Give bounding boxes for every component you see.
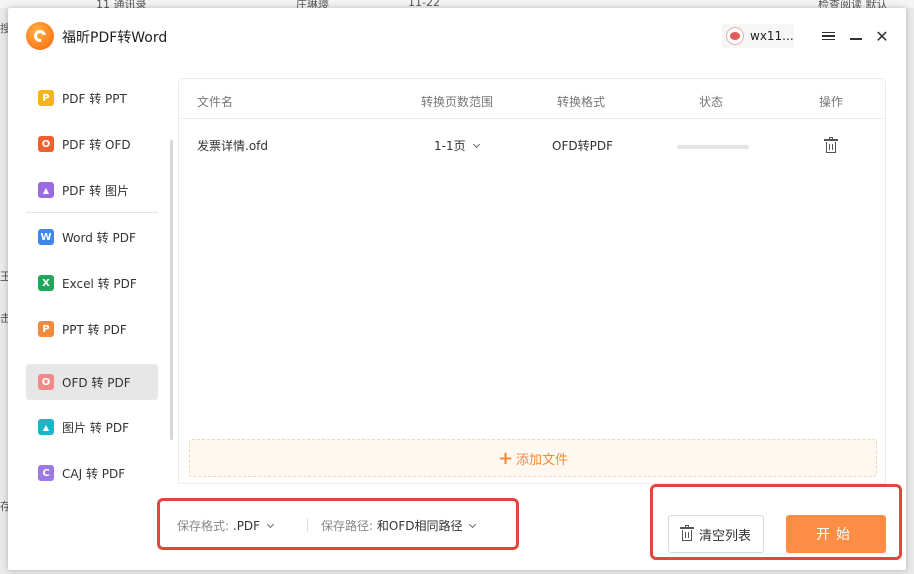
clear-list-button[interactable]: 清空列表 bbox=[668, 515, 764, 553]
title-bar: 福昕PDF转Word wx11... ✕ bbox=[8, 8, 906, 66]
sidebar-item-label: OFD 转 PDF bbox=[62, 375, 131, 390]
sidebar-item-pdf-to-ofd[interactable]: O PDF 转 OFD bbox=[26, 126, 158, 162]
screen: 11 通讯录 庄琳璎 11-22 检查阅读 默认 搜 王 击 存 福昕PDF转W… bbox=[0, 0, 914, 574]
image-icon: ▲ bbox=[38, 419, 54, 435]
user-account[interactable]: wx11... bbox=[722, 24, 794, 48]
add-file-button[interactable]: + 添加文件 bbox=[189, 439, 877, 477]
header-status: 状态 bbox=[699, 95, 724, 109]
chevron-down-icon bbox=[267, 520, 275, 529]
sidebar: P PDF 转 PPT O PDF 转 OFD ▲ PDF 转 图片 W Wor… bbox=[26, 78, 158, 498]
sidebar-item-ppt-to-pdf[interactable]: P PPT 转 PDF bbox=[26, 311, 158, 347]
sidebar-divider bbox=[26, 212, 158, 213]
sidebar-item-image-to-pdf[interactable]: ▲ 图片 转 PDF bbox=[26, 409, 158, 445]
progress-bar bbox=[677, 145, 749, 149]
sidebar-item-excel-to-pdf[interactable]: X Excel 转 PDF bbox=[26, 265, 158, 301]
sidebar-item-label: 图片 转 PDF bbox=[62, 420, 130, 435]
sidebar-item-caj-to-pdf[interactable]: C CAJ 转 PDF bbox=[26, 455, 158, 491]
sidebar-item-label: Word 转 PDF bbox=[62, 230, 136, 245]
header-format: 转换格式 bbox=[557, 95, 606, 109]
menu-icon[interactable] bbox=[818, 26, 838, 46]
file-list-panel: 文件名 转换页数范围 转换格式 状态 操作 发票详情.ofd 1-1页 OFD转… bbox=[178, 78, 886, 484]
header-page-range: 转换页数范围 bbox=[421, 95, 494, 109]
save-format-value: .PDF bbox=[232, 519, 261, 533]
delete-icon[interactable] bbox=[824, 137, 838, 153]
sidebar-item-label: Excel 转 PDF bbox=[62, 276, 137, 291]
sidebar-item-pdf-to-image[interactable]: ▲ PDF 转 图片 bbox=[26, 172, 158, 208]
save-path-dropdown[interactable]: 保存路径: 和OFD相同路径 bbox=[321, 517, 477, 534]
avatar-icon bbox=[726, 27, 744, 45]
start-button[interactable]: 开始 bbox=[786, 515, 886, 553]
action-buttons-highlight: 清空列表 开始 bbox=[650, 484, 902, 560]
image-icon: ▲ bbox=[38, 182, 54, 198]
save-separator bbox=[307, 518, 308, 532]
file-name: 发票详情.ofd bbox=[197, 139, 268, 153]
caj-icon: C bbox=[38, 465, 54, 481]
close-icon[interactable]: ✕ bbox=[872, 26, 892, 46]
sidebar-item-label: PDF 转 PPT bbox=[62, 91, 127, 106]
table-header: 文件名 转换页数范围 转换格式 状态 操作 bbox=[179, 79, 885, 119]
user-name: wx11... bbox=[750, 29, 794, 43]
sidebar-item-word-to-pdf[interactable]: W Word 转 PDF bbox=[26, 219, 158, 255]
page-range-value: 1-1页 bbox=[434, 139, 466, 153]
save-path-label: 保存路径: bbox=[321, 519, 374, 533]
sidebar-item-ofd-to-pdf[interactable]: O OFD 转 PDF bbox=[26, 364, 158, 400]
ppt-icon: P bbox=[38, 321, 54, 337]
ofd-icon: O bbox=[38, 136, 54, 152]
word-icon: W bbox=[38, 229, 54, 245]
converter-window: 福昕PDF转Word wx11... ✕ P PDF 转 PPT O PDF 转… bbox=[8, 8, 906, 570]
sidebar-scrollbar[interactable] bbox=[170, 140, 173, 440]
ppt-icon: P bbox=[38, 90, 54, 106]
save-format-dropdown[interactable]: 保存格式: .PDF bbox=[177, 517, 275, 534]
header-filename: 文件名 bbox=[197, 95, 234, 109]
table-row: 发票详情.ofd 1-1页 OFD转PDF bbox=[179, 121, 885, 165]
page-range-dropdown[interactable]: 1-1页 bbox=[434, 137, 480, 154]
chevron-down-icon bbox=[472, 140, 480, 149]
plus-icon: + bbox=[497, 447, 514, 469]
sidebar-item-label: PPT 转 PDF bbox=[62, 322, 127, 337]
app-title: 福昕PDF转Word bbox=[62, 30, 168, 46]
sidebar-item-label: PDF 转 图片 bbox=[62, 183, 130, 198]
save-format-label: 保存格式: bbox=[177, 519, 230, 533]
trash-icon bbox=[679, 525, 694, 541]
excel-icon: X bbox=[38, 275, 54, 291]
ofd-icon: O bbox=[38, 374, 54, 390]
save-path-value: 和OFD相同路径 bbox=[376, 519, 463, 533]
save-options-highlight: 保存格式: .PDF 保存路径: 和OFD相同路径 bbox=[157, 498, 519, 550]
conversion-format: OFD转PDF bbox=[552, 139, 613, 153]
header-actions: 操作 bbox=[819, 95, 844, 109]
app-logo-icon bbox=[26, 22, 54, 50]
clear-list-label: 清空列表 bbox=[698, 528, 751, 544]
sidebar-item-label: PDF 转 OFD bbox=[62, 137, 131, 152]
sidebar-item-pdf-to-ppt[interactable]: P PDF 转 PPT bbox=[26, 80, 158, 116]
minimize-icon[interactable] bbox=[846, 26, 866, 46]
add-file-label: 添加文件 bbox=[516, 452, 569, 468]
chevron-down-icon bbox=[469, 520, 477, 529]
sidebar-item-label: CAJ 转 PDF bbox=[62, 466, 126, 481]
